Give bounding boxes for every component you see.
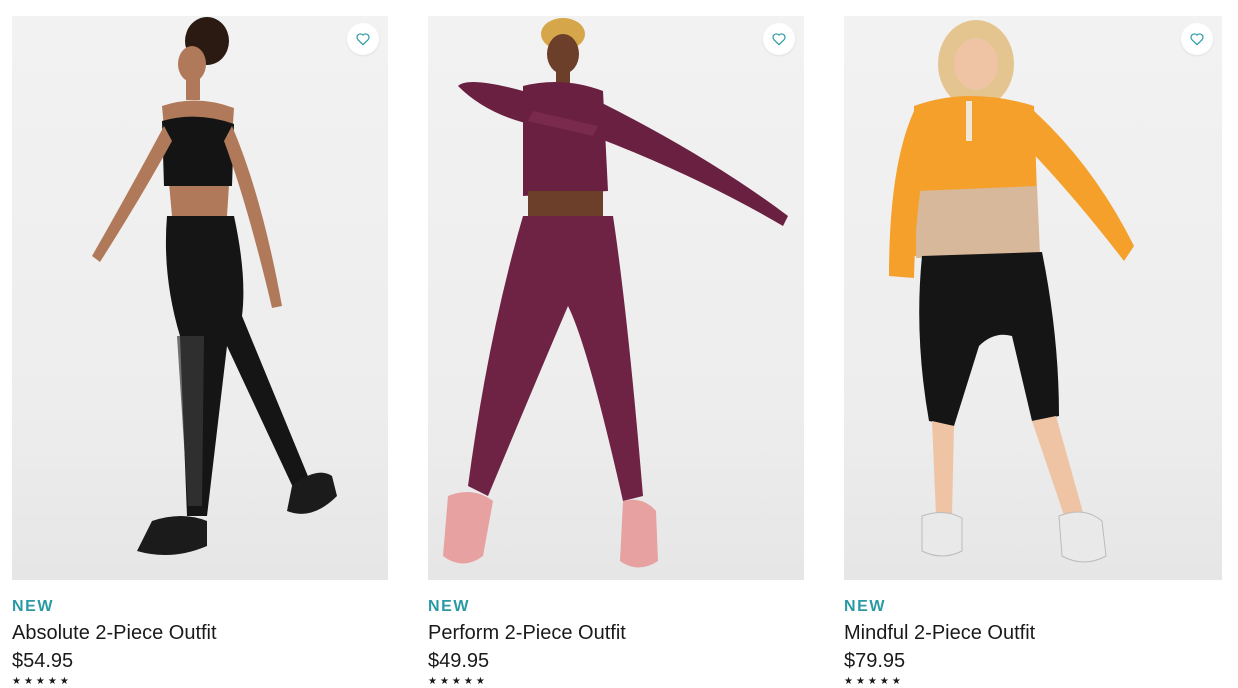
product-card[interactable]: NEW Mindful 2-Piece Outfit $79.95 ★★★★★ — [844, 16, 1222, 688]
heart-outline-icon — [772, 33, 786, 46]
product-name[interactable]: Absolute 2-Piece Outfit — [12, 621, 388, 645]
product-card[interactable]: NEW Perform 2-Piece Outfit $49.95 ★★★★★ — [428, 16, 804, 688]
rating-stars: ★★★★★ — [428, 676, 488, 687]
favorite-button[interactable] — [1181, 23, 1213, 55]
new-badge: NEW — [12, 598, 55, 615]
product-image[interactable] — [12, 16, 388, 580]
favorite-button[interactable] — [763, 23, 795, 55]
product-price: $49.95 — [428, 650, 490, 672]
product-image[interactable] — [844, 16, 1222, 580]
product-price: $54.95 — [12, 650, 74, 672]
rating-stars: ★★★★★ — [844, 676, 904, 687]
new-badge: NEW — [844, 598, 887, 615]
product-grid: NEW Absolute 2-Piece Outfit $54.95 ★★★★★ — [12, 16, 1222, 688]
product-price: $79.95 — [844, 650, 906, 672]
model-photo — [889, 20, 1134, 563]
product-image[interactable] — [428, 16, 804, 580]
new-badge: NEW — [428, 598, 471, 615]
heart-outline-icon — [356, 33, 370, 46]
model-photo — [443, 18, 788, 568]
heart-outline-icon — [1190, 33, 1204, 46]
product-name[interactable]: Perform 2-Piece Outfit — [428, 621, 804, 645]
rating-stars: ★★★★★ — [12, 676, 72, 687]
product-card[interactable]: NEW Absolute 2-Piece Outfit $54.95 ★★★★★ — [12, 16, 388, 688]
model-photo — [92, 17, 337, 555]
product-name[interactable]: Mindful 2-Piece Outfit — [844, 621, 1222, 645]
favorite-button[interactable] — [347, 23, 379, 55]
